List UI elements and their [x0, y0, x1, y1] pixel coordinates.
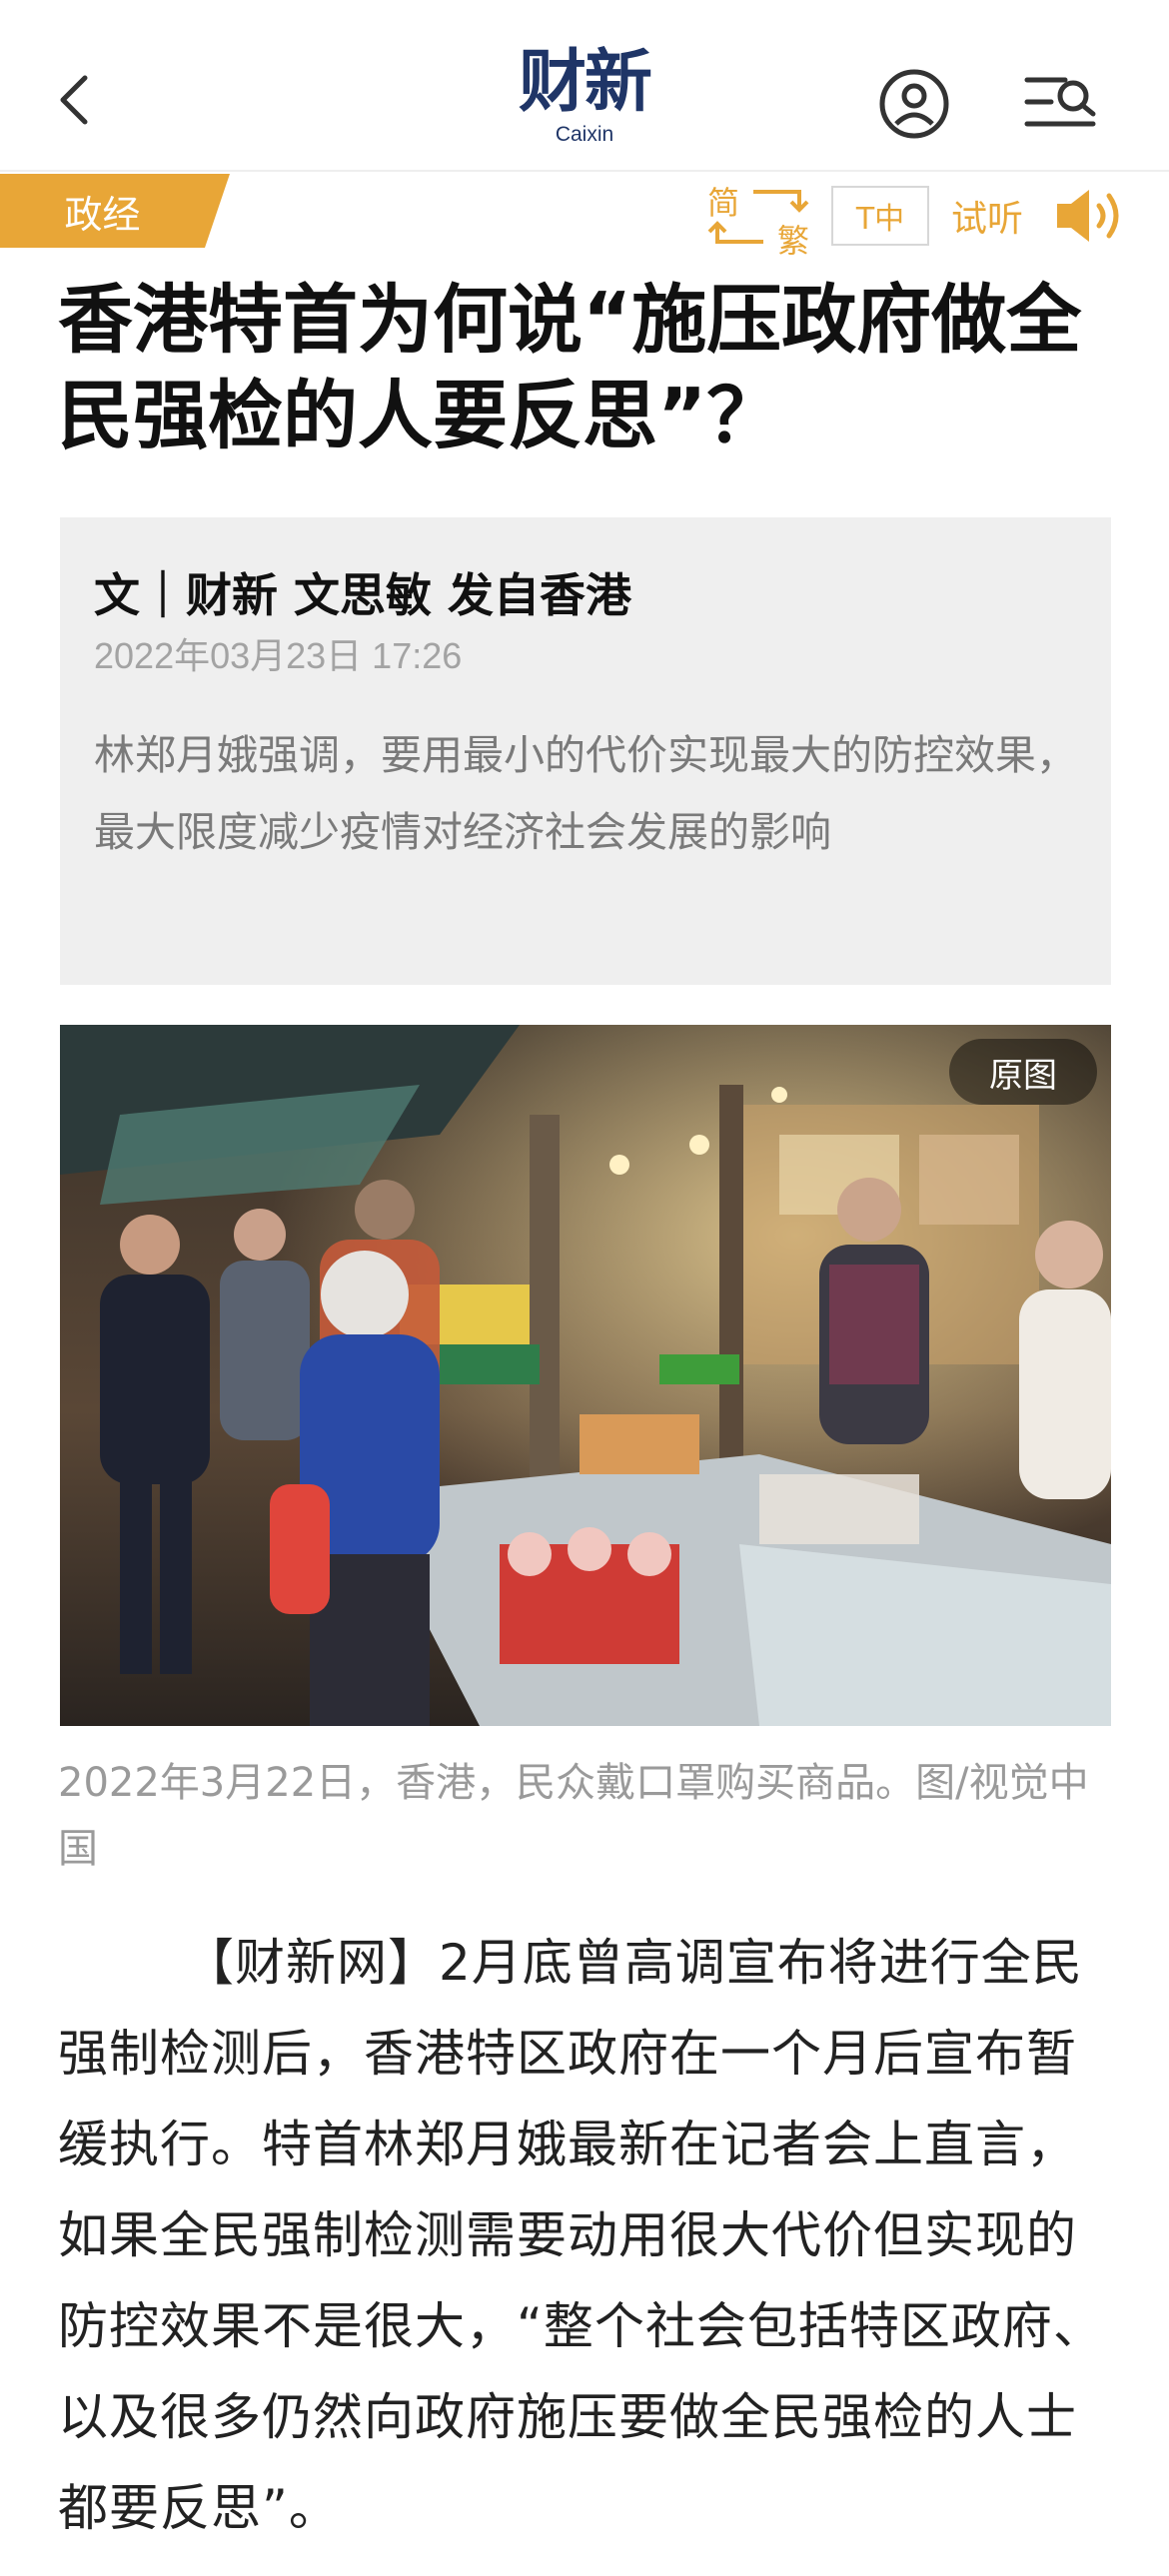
view-original-button[interactable]: 原图 [949, 1039, 1097, 1105]
category-label: 政经 [64, 192, 141, 237]
top-navigation-bar: 财新 Caixin [0, 0, 1169, 172]
caixin-logo[interactable]: 财新 Caixin [0, 48, 1169, 145]
article-tools: 简 繁 T中 试听 [699, 176, 1169, 260]
user-account-button[interactable] [874, 64, 954, 144]
publish-date: 2022年03月23日 17:26 [94, 635, 463, 676]
speaker-icon[interactable] [1053, 184, 1133, 248]
byline: 文｜财新 文思敏 发自香港 [94, 568, 632, 622]
font-size-button[interactable]: T中 [831, 186, 929, 246]
logo-chinese: 财新 [518, 42, 652, 122]
article-title: 香港特首为何说“施压政府做全民强检的人要反思”？ [58, 276, 1082, 459]
menu-search-icon [1024, 77, 1096, 127]
traditional-label: 繁 [777, 222, 810, 260]
menu-search-button[interactable] [1021, 72, 1101, 132]
category-tag[interactable]: 政经 [0, 174, 230, 248]
article-photo[interactable]: 原图 [60, 1025, 1111, 1726]
article-meta-box: 文｜财新 文思敏 发自香港 2022年03月23日 17:26 林郑月娥强调，要… [60, 517, 1111, 985]
article-paragraph: 【财新网】2月底曾高调宣布将进行全民强制检测后，香港特区政府在一个月后宣布暂缓执… [58, 1934, 1104, 2537]
article-summary: 林郑月娥强调，要用最小的代价实现最大的防控效果，最大限度减少疫情对经济社会发展的… [94, 731, 1077, 856]
user-circle-icon [879, 69, 949, 139]
listen-button[interactable]: 试听 [951, 190, 1023, 242]
market-scene-illustration [60, 1025, 1111, 1726]
photo-caption: 2022年3月22日，香港，民众戴口罩购买商品。图/视觉中国 [58, 1760, 1089, 1872]
simplified-traditional-toggle[interactable]: 简 繁 [703, 178, 813, 260]
logo-english: Caixin [555, 123, 614, 146]
simplified-label: 简 [707, 184, 740, 222]
